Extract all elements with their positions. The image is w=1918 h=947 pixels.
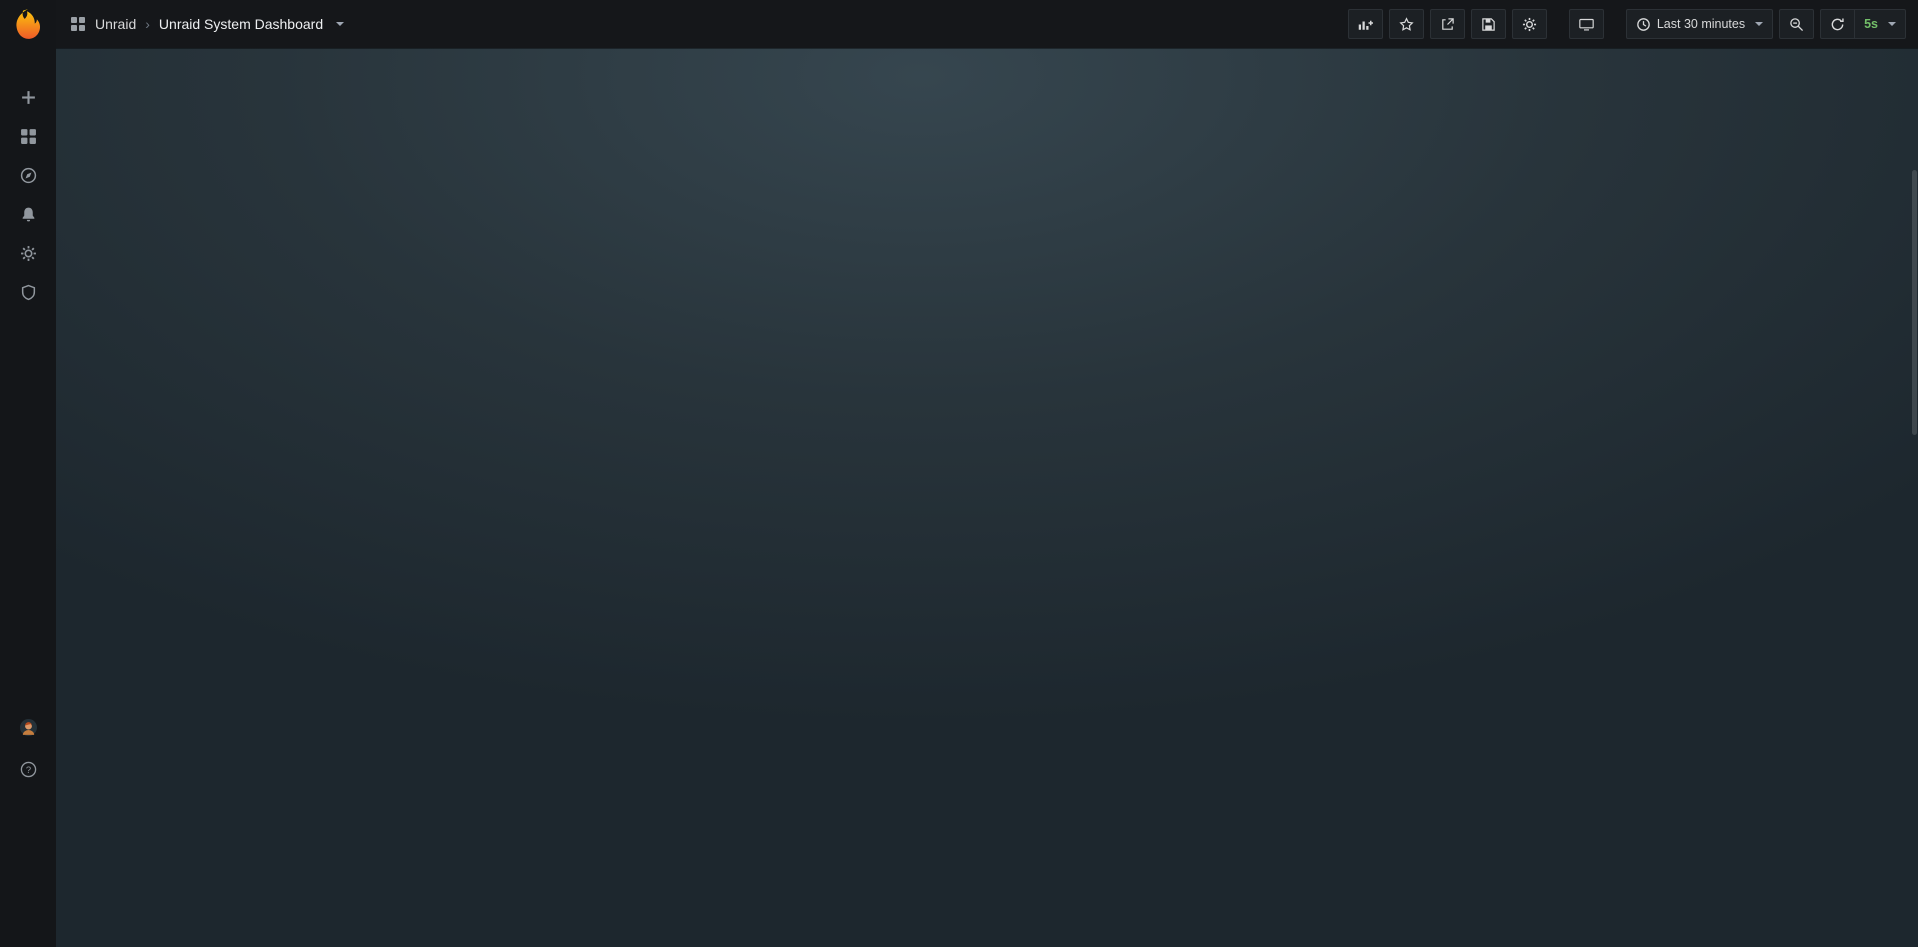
breadcrumb-separator: ›	[145, 16, 150, 32]
star-icon	[1399, 17, 1414, 32]
svg-text:?: ?	[25, 764, 30, 775]
grid-icon[interactable]	[70, 16, 86, 32]
sidebar: ?	[0, 0, 56, 947]
gear-icon	[1522, 17, 1537, 32]
cycle-view-button[interactable]	[1569, 9, 1604, 39]
zoom-out-button[interactable]	[1779, 9, 1814, 39]
sidebar-item-help[interactable]: ?	[10, 757, 46, 781]
top-nav: Unraid › Unraid System Dashboard	[56, 0, 1918, 48]
sidebar-item-server-admin[interactable]	[10, 280, 46, 304]
refresh-interval-label: 5s	[1864, 17, 1878, 31]
refresh-icon	[1830, 17, 1845, 32]
chevron-down-icon	[1888, 22, 1896, 26]
save-icon	[1481, 17, 1496, 32]
breadcrumb-root[interactable]: Unraid	[95, 16, 136, 32]
add-panel-icon	[1358, 17, 1373, 32]
time-range-button[interactable]: Last 30 minutes	[1626, 9, 1773, 39]
plus-icon	[20, 89, 37, 106]
page-scrollbar[interactable]	[1912, 170, 1917, 435]
monitor-icon	[1579, 17, 1594, 32]
clock-icon	[1636, 17, 1651, 32]
dashboard-title[interactable]: Unraid System Dashboard	[159, 16, 323, 32]
save-button[interactable]	[1471, 9, 1506, 39]
share-button[interactable]	[1430, 9, 1465, 39]
help-icon: ?	[20, 761, 37, 778]
gear-icon	[20, 245, 37, 262]
dashboards-grid-icon	[20, 128, 37, 145]
grafana-flame-icon	[11, 7, 45, 41]
add-panel-button[interactable]	[1348, 9, 1383, 39]
user-avatar[interactable]	[14, 713, 42, 741]
chevron-down-icon	[1755, 22, 1763, 26]
sidebar-item-create[interactable]	[10, 85, 46, 109]
chevron-down-icon	[336, 22, 344, 26]
dashboard: kWh Price0.65CurrencykrUPS Max Output Po…	[56, 48, 84, 60]
breadcrumb: Unraid › Unraid System Dashboard	[70, 16, 344, 32]
sidebar-item-explore[interactable]	[10, 163, 46, 187]
refresh-button[interactable]	[1820, 9, 1854, 39]
avatar-icon	[20, 719, 37, 736]
shield-icon	[20, 284, 37, 301]
sidebar-item-alerting[interactable]	[10, 202, 46, 226]
star-button[interactable]	[1389, 9, 1424, 39]
nav-actions: Last 30 minutes 5s	[1348, 9, 1906, 39]
refresh-interval-button[interactable]: 5s	[1854, 9, 1906, 39]
dashboard-settings-button[interactable]	[1512, 9, 1547, 39]
sidebar-bottom: ?	[10, 713, 46, 781]
grafana-logo[interactable]	[11, 7, 45, 41]
sidebar-item-configuration[interactable]	[10, 241, 46, 265]
sidebar-item-dashboards[interactable]	[10, 124, 46, 148]
sidebar-nav	[10, 85, 46, 304]
bell-icon	[20, 206, 37, 223]
search-minus-icon	[1789, 17, 1804, 32]
share-icon	[1440, 17, 1455, 32]
compass-icon	[20, 167, 37, 184]
time-range-label: Last 30 minutes	[1657, 17, 1745, 31]
